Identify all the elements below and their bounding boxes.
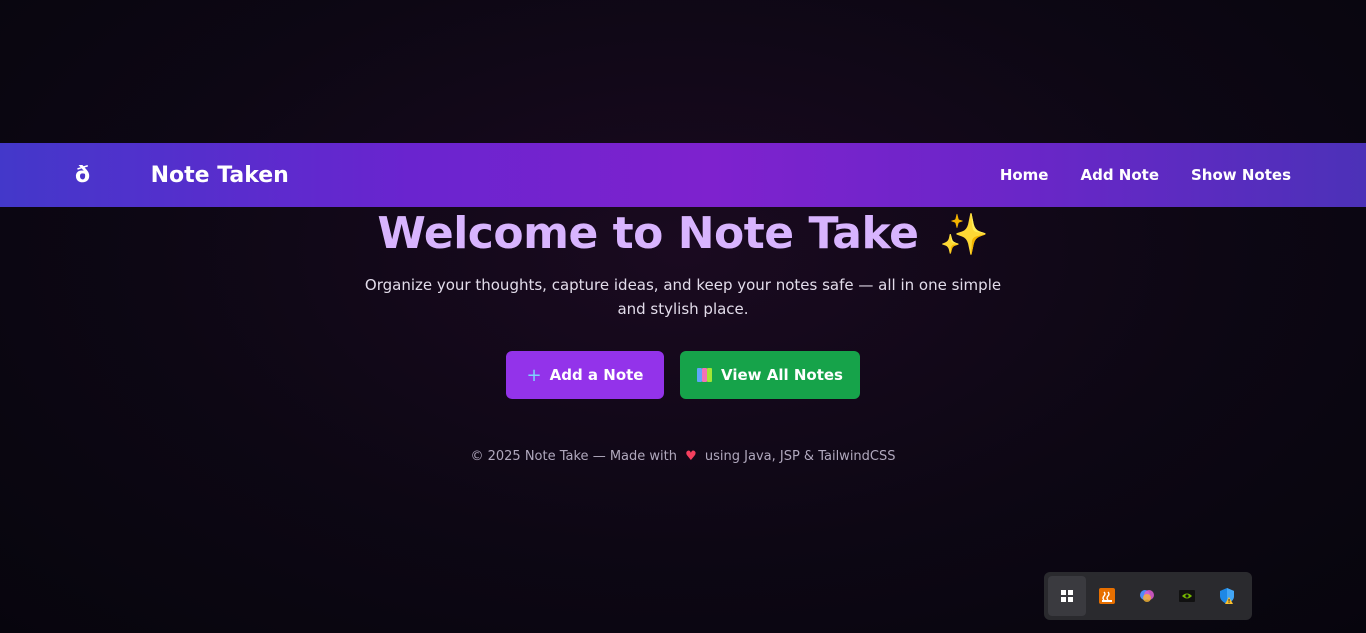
brand-logo[interactable]: ð Note Taken <box>75 161 289 189</box>
sparkles-icon: ✨ <box>939 212 989 258</box>
footer-prefix: © 2025 Note Take — Made with <box>470 449 677 464</box>
view-all-notes-label: View All Notes <box>721 366 843 384</box>
hero-title: Welcome to Note Take ✨ <box>0 206 1366 263</box>
footer-suffix: using Java, JSP & TailwindCSS <box>704 449 896 464</box>
java-icon[interactable] <box>1088 576 1126 616</box>
navbar: ð Note Taken Home Add Note Show Notes <box>0 143 1366 207</box>
hero-title-text: Welcome to Note Take <box>377 208 919 259</box>
windows-start-icon[interactable] <box>1048 576 1086 616</box>
footer: © 2025 Note Take — Made with ♥ using Jav… <box>0 449 1366 464</box>
books-icon <box>697 368 713 382</box>
nav-links: Home Add Note Show Notes <box>1000 166 1291 184</box>
action-buttons: + Add a Note View All Notes <box>0 351 1366 399</box>
view-all-notes-button[interactable]: View All Notes <box>680 351 860 399</box>
heart-icon: ♥ <box>685 449 697 464</box>
nav-link-add-note[interactable]: Add Note <box>1080 166 1159 184</box>
add-note-label: Add a Note <box>549 366 644 384</box>
nav-link-home[interactable]: Home <box>1000 166 1049 184</box>
nvidia-icon[interactable] <box>1168 576 1206 616</box>
hero-subtitle: Organize your thoughts, capture ideas, a… <box>364 276 1002 318</box>
copilot-icon[interactable] <box>1128 576 1166 616</box>
system-tray-overflow <box>1044 572 1252 620</box>
hero-section: Welcome to Note Take ✨ Organize your tho… <box>0 206 1366 321</box>
plus-icon: + <box>526 364 542 386</box>
nav-link-show-notes[interactable]: Show Notes <box>1191 166 1291 184</box>
add-note-button[interactable]: + Add a Note <box>506 351 664 399</box>
defender-warning-icon[interactable] <box>1208 576 1246 616</box>
